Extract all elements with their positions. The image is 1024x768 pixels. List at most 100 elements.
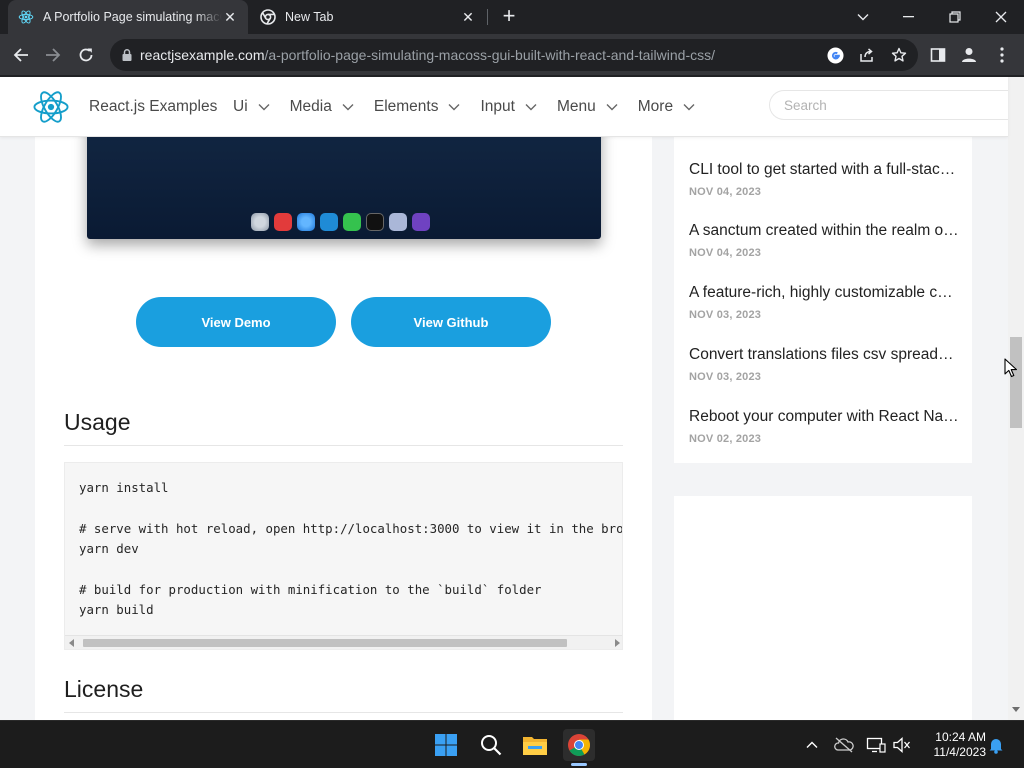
windows-taskbar: 10:24 AM 11/4/2023: [0, 720, 1024, 768]
menu-label: Menu: [556, 98, 596, 115]
license-heading: License: [64, 676, 144, 702]
menu-label: More: [637, 98, 674, 115]
page-vertical-scrollbar[interactable]: [1008, 77, 1024, 720]
system-clock[interactable]: 10:24 AM 11/4/2023: [918, 730, 987, 760]
url-path: /a-portfolio-page-simulating-macoss-gui-…: [264, 47, 716, 63]
sidebar-post[interactable]: A feature-rich, highly customizable comp…: [689, 284, 959, 321]
post-title[interactable]: A sanctum created within the realm of co…: [689, 222, 959, 240]
menu-item-menu[interactable]: Menu: [557, 98, 618, 116]
scroll-down-arrow-icon[interactable]: [1012, 707, 1020, 712]
url-host: reactjsexample.com: [140, 47, 265, 63]
sidebar-post[interactable]: A sanctum created within the realm of co…: [689, 222, 959, 259]
preview-icon: [389, 213, 407, 231]
site-search-input[interactable]: [769, 90, 1008, 120]
tab-new-tab[interactable]: New Tab ✕: [250, 0, 486, 34]
code-block[interactable]: yarn install # serve with hot reload, op…: [64, 462, 623, 650]
post-date: NOV 04, 2023: [689, 247, 762, 259]
tab-title: A Portfolio Page simulating macOS GUI bu…: [43, 10, 222, 24]
sidebar-post[interactable]: Reboot your computer with React Native N…: [689, 408, 959, 445]
network-icon[interactable]: [866, 735, 886, 755]
file-explorer-icon[interactable]: [519, 729, 551, 761]
notification-bell-icon[interactable]: [986, 735, 1006, 755]
back-arrow-icon[interactable]: [8, 42, 34, 68]
safari-icon: [297, 213, 315, 231]
share-icon[interactable]: [858, 46, 876, 64]
lock-icon[interactable]: [120, 48, 134, 62]
browser-tab-strip: A Portfolio Page simulating macOS GUI bu…: [0, 0, 1024, 34]
chrome-taskbar-icon[interactable]: [563, 729, 595, 761]
chevron-down-icon: [525, 104, 537, 111]
post-date: NOV 02, 2023: [689, 433, 762, 445]
view-github-button[interactable]: View Github: [351, 297, 551, 347]
github-icon: [412, 213, 430, 231]
post-title[interactable]: CLI tool to get started with a full-stac…: [689, 161, 959, 179]
heading-divider: [64, 712, 623, 713]
new-tab-plus-icon[interactable]: +: [498, 5, 520, 27]
post-title[interactable]: Convert translations files csv spreadshe…: [689, 346, 959, 364]
menu-label: Media: [289, 98, 332, 115]
reload-icon[interactable]: [73, 42, 99, 68]
profile-avatar-icon[interactable]: [957, 43, 981, 67]
tab-search-chevron-icon[interactable]: [840, 0, 886, 34]
side-panel-icon[interactable]: [926, 43, 950, 67]
menu-label: Ui: [233, 98, 248, 115]
scrollbar-thumb[interactable]: [83, 639, 567, 647]
post-date: NOV 03, 2023: [689, 371, 762, 383]
tab-separator: [487, 9, 488, 25]
site-header: React.js Examples Ui Media Elements Inpu…: [0, 77, 1008, 137]
code-line: yarn dev: [79, 541, 139, 556]
tab-close-icon[interactable]: ✕: [222, 9, 238, 25]
chevron-down-icon: [683, 104, 695, 111]
windows-start-icon[interactable]: [430, 729, 462, 761]
search-icon[interactable]: [475, 729, 507, 761]
browser-toolbar: reactjsexample.com /a-portfolio-page-sim…: [0, 34, 1024, 76]
clock-time: 10:24 AM: [935, 730, 986, 744]
react-logo-icon[interactable]: [32, 89, 70, 125]
menu-item-ui[interactable]: Ui: [233, 98, 270, 116]
sidebar-post[interactable]: CLI tool to get started with a full-stac…: [689, 161, 959, 198]
site-name-link[interactable]: React.js Examples: [89, 98, 217, 116]
sidebar-post[interactable]: Convert translations files csv spreadshe…: [689, 346, 959, 383]
clock-date: 11/4/2023: [933, 745, 987, 759]
terminal-icon: [366, 213, 384, 231]
address-bar[interactable]: reactjsexample.com /a-portfolio-page-sim…: [110, 39, 918, 71]
menu-label: Input: [480, 98, 515, 115]
post-date: NOV 03, 2023: [689, 309, 762, 321]
volume-muted-icon[interactable]: [892, 735, 912, 755]
react-favicon-icon: [18, 9, 34, 25]
facetime-icon: [343, 213, 361, 231]
view-demo-button[interactable]: View Demo: [136, 297, 336, 347]
tab-portfolio-page[interactable]: A Portfolio Page simulating macOS GUI bu…: [8, 0, 248, 34]
code-line: yarn install: [79, 480, 169, 495]
scroll-right-arrow-icon[interactable]: [615, 639, 620, 647]
tray-chevron-up-icon[interactable]: [802, 735, 822, 755]
code-horizontal-scrollbar[interactable]: [65, 635, 622, 649]
google-g-icon[interactable]: [826, 46, 844, 64]
site-menu: Ui Media Elements Input Menu More: [233, 98, 715, 116]
app-red-icon: [274, 213, 292, 231]
restore-icon[interactable]: [932, 0, 978, 34]
minimize-icon[interactable]: [886, 0, 932, 34]
page-viewport: View Demo View Github Usage yarn install…: [0, 77, 1024, 720]
menu-item-more[interactable]: More: [638, 98, 695, 116]
chrome-favicon-icon: [260, 9, 276, 25]
onedrive-offline-icon[interactable]: [834, 735, 854, 755]
sidebar-ad-card: [674, 496, 972, 720]
menu-item-input[interactable]: Input: [480, 98, 537, 116]
scroll-left-arrow-icon[interactable]: [69, 639, 74, 647]
post-title[interactable]: Reboot your computer with React Native: [689, 408, 959, 426]
post-title[interactable]: A feature-rich, highly customizable comp…: [689, 284, 959, 302]
forward-arrow-icon[interactable]: [40, 42, 66, 68]
close-window-icon[interactable]: [978, 0, 1024, 34]
heading-divider: [64, 445, 623, 446]
chevron-down-icon: [342, 104, 354, 111]
kebab-menu-icon[interactable]: [990, 43, 1014, 67]
menu-item-elements[interactable]: Elements: [374, 98, 461, 116]
macos-dock: [247, 211, 434, 233]
chevron-down-icon: [448, 104, 460, 111]
tab-close-icon[interactable]: ✕: [460, 9, 476, 25]
menu-item-media[interactable]: Media: [290, 98, 354, 116]
scrollbar-thumb[interactable]: [1010, 337, 1022, 428]
bookmark-star-icon[interactable]: [890, 46, 908, 64]
launchpad-icon: [251, 213, 269, 231]
